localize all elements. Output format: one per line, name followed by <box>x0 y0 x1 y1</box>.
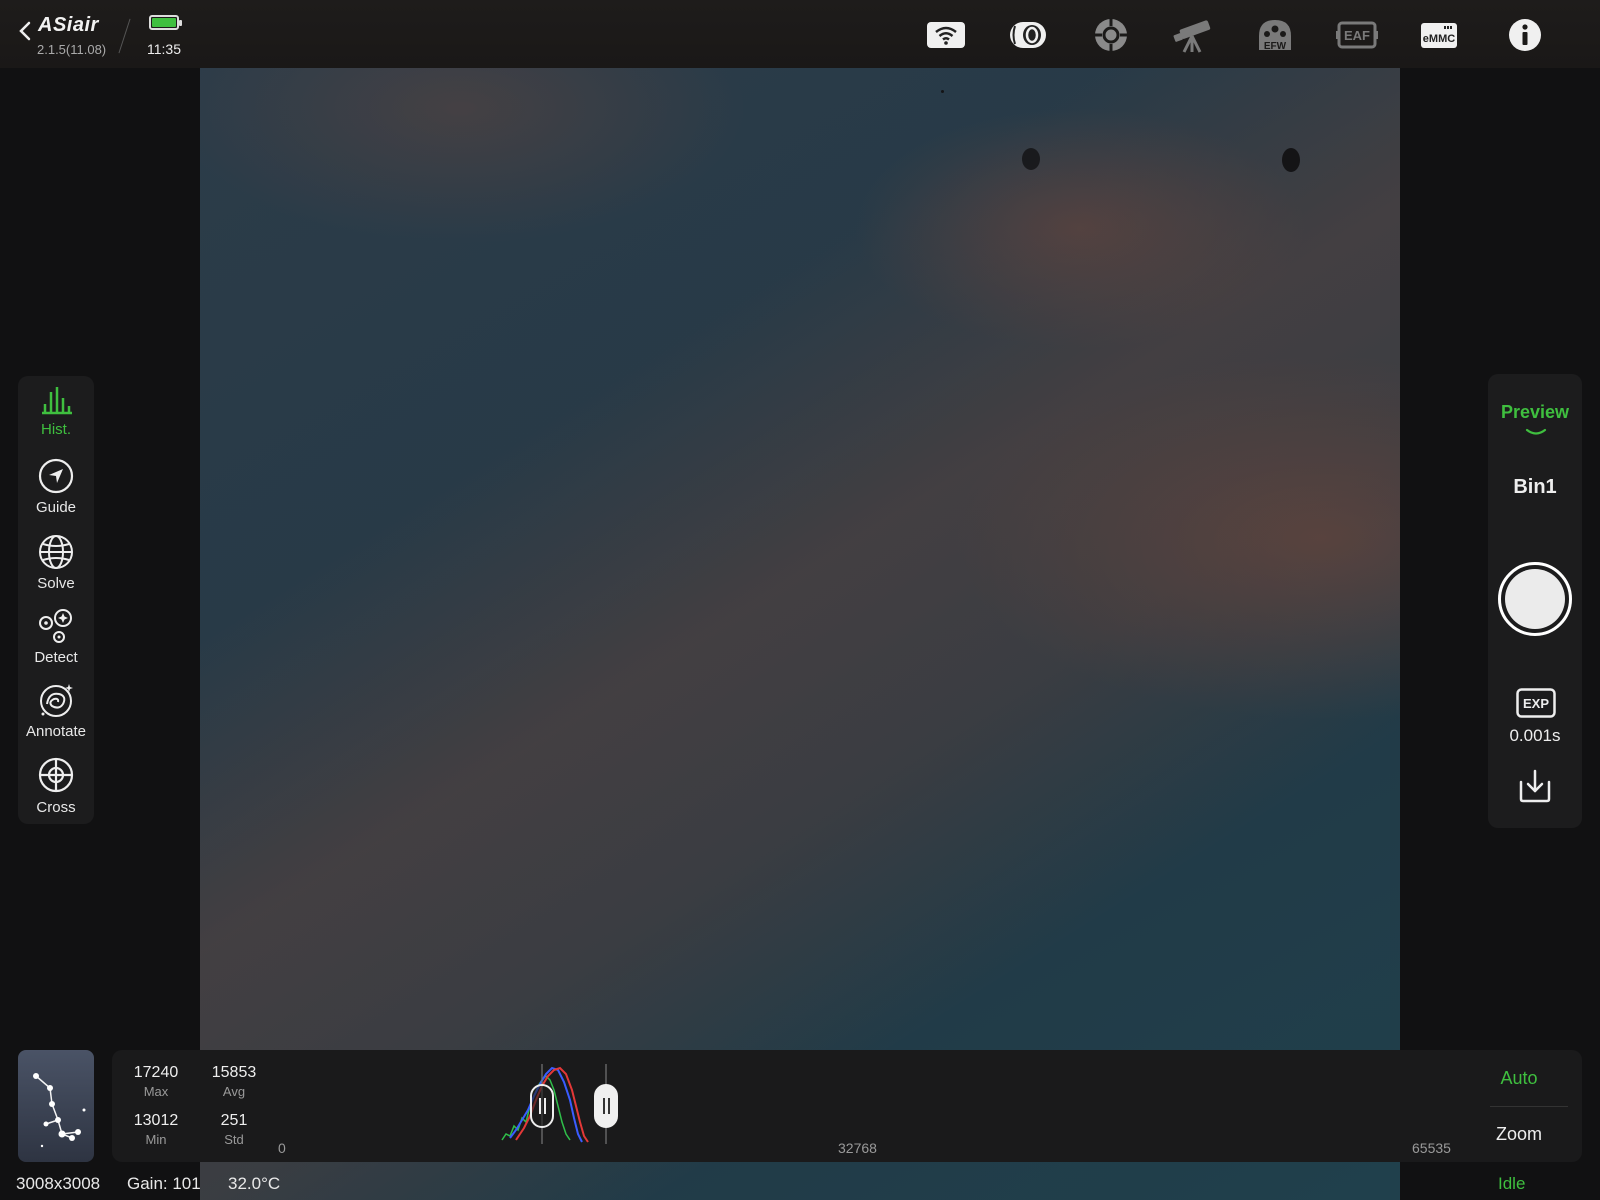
histogram-panel: 17240 Max 15853 Avg 13012 Min 251 Std 0 … <box>112 1050 1582 1162</box>
gain-text: Gain: 101 <box>127 1174 201 1193</box>
back-chevron-icon[interactable] <box>18 20 32 42</box>
axis-mid-label: 32768 <box>838 1140 877 1156</box>
stat-label: Avg <box>222 1084 246 1099</box>
axis-max-label: 65535 <box>1412 1140 1451 1156</box>
tool-label: Annotate <box>25 723 87 740</box>
wifi-icon[interactable] <box>925 15 967 55</box>
shutter-button[interactable] <box>1498 562 1572 636</box>
stat-std: 251 Std <box>199 1112 269 1147</box>
sky-gradient <box>200 68 1400 1200</box>
tool-detect[interactable]: Detect <box>18 608 94 666</box>
tool-label: Hist. <box>41 421 71 438</box>
filter-wheel-icon[interactable]: EFW <box>1254 15 1296 55</box>
camera-icon[interactable] <box>1007 15 1049 55</box>
stat-label: Min <box>145 1132 167 1147</box>
emmc-label: eMMC <box>1423 33 1455 45</box>
sky-map-thumbnail[interactable] <box>18 1050 94 1162</box>
stat-avg: 15853 Avg <box>199 1064 269 1099</box>
tool-label: Solve <box>37 575 75 592</box>
zoom-button[interactable]: Zoom <box>1474 1124 1564 1145</box>
stat-value: 17240 <box>133 1064 179 1081</box>
chevron-down-icon[interactable] <box>1525 428 1547 438</box>
dust-spot <box>941 90 944 93</box>
temperature-text: 32.0°C <box>228 1174 281 1193</box>
divider <box>1490 1106 1568 1107</box>
status-bar: 3008x3008 Gain: 101 32.0°C Idle <box>0 1166 1600 1200</box>
capture-panel: Preview Bin1 EXP 0.001s <box>1488 374 1582 828</box>
stat-max: 17240 Max <box>121 1064 191 1099</box>
black-point-handle[interactable] <box>530 1084 554 1128</box>
tool-hist[interactable]: Hist. <box>18 384 94 438</box>
exp-label: EXP <box>1523 696 1549 711</box>
dust-spot <box>1282 148 1300 172</box>
histogram-curve <box>501 1064 607 1144</box>
tool-label: Guide <box>35 499 77 516</box>
guide-scope-icon[interactable] <box>1090 15 1132 55</box>
tool-guide[interactable]: Guide <box>18 458 94 516</box>
emmc-icon[interactable]: eMMC <box>1418 15 1460 55</box>
focuser-icon[interactable]: EAF <box>1336 15 1378 55</box>
image-viewport[interactable] <box>200 68 1400 1200</box>
dust-spot <box>1022 148 1040 170</box>
stat-value: 13012 <box>133 1112 179 1129</box>
detect-icon <box>39 609 72 643</box>
info-icon[interactable] <box>1504 15 1546 55</box>
clock: 11:35 <box>147 41 181 57</box>
stat-value: 251 <box>220 1112 248 1129</box>
efw-label: EFW <box>1264 41 1287 52</box>
mode-selector[interactable]: Preview <box>1488 402 1582 423</box>
telescope-icon[interactable] <box>1172 15 1214 55</box>
exposure-value[interactable]: 0.001s <box>1488 726 1582 746</box>
stat-min: 13012 Min <box>121 1112 191 1147</box>
resolution-text: 3008x3008 <box>16 1174 101 1193</box>
tool-panel: Hist. Guide Solve Detect Annotate Cross <box>18 376 94 824</box>
crosshair-icon <box>38 757 74 793</box>
tool-label: Cross <box>36 799 76 816</box>
auto-stretch-button[interactable]: Auto <box>1474 1068 1564 1089</box>
white-point-handle[interactable] <box>594 1084 618 1128</box>
bin-selector[interactable]: Bin1 <box>1488 476 1582 499</box>
constellation-icon <box>33 1073 86 1148</box>
battery-icon <box>149 15 182 30</box>
guide-icon <box>38 458 74 494</box>
camera-state: Idle <box>1498 1174 1526 1193</box>
tool-annotate[interactable]: Annotate <box>18 682 94 740</box>
galaxy-icon <box>40 684 73 717</box>
axis-min-label: 0 <box>278 1140 286 1156</box>
histogram-icon <box>42 387 72 415</box>
stat-value: 15853 <box>211 1064 257 1081</box>
tool-cross[interactable]: Cross <box>18 756 94 816</box>
exposure-icon[interactable]: EXP <box>1516 688 1556 718</box>
eaf-label: EAF <box>1344 28 1370 43</box>
top-bar: ASiair 2.1.5(11.08) 11:35 EFW EAF eMMC <box>0 0 1600 68</box>
stat-label: Max <box>143 1084 169 1099</box>
globe-icon <box>39 535 73 569</box>
app-title: ASiair <box>38 14 99 36</box>
stat-label: Std <box>224 1132 244 1147</box>
app-version: 2.1.5(11.08) <box>37 42 107 57</box>
tool-solve[interactable]: Solve <box>18 534 94 592</box>
divider <box>118 18 131 54</box>
download-icon[interactable] <box>1517 768 1553 804</box>
tool-label: Detect <box>34 649 78 666</box>
